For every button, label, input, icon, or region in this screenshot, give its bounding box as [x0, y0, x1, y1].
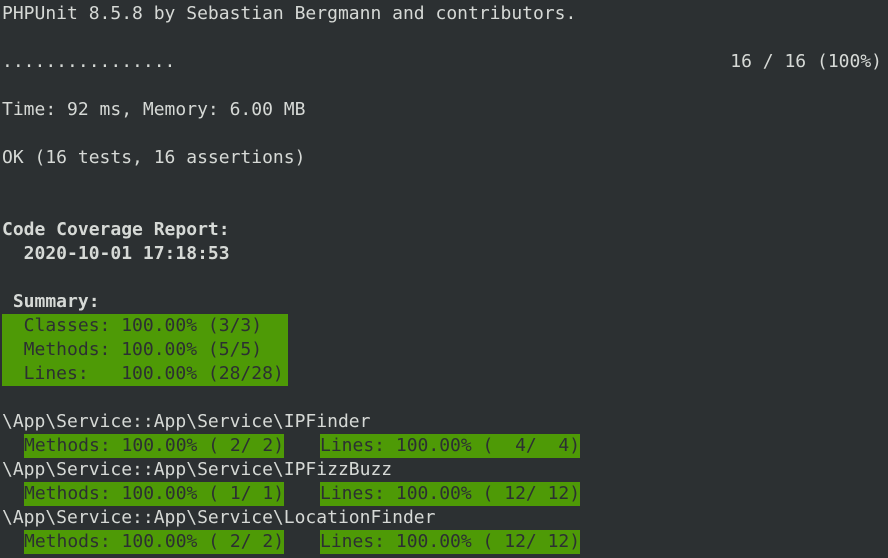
- test-result: OK (16 tests, 16 assertions): [2, 147, 306, 168]
- class-lines-coverage: Lines: 100.00% ( 12/ 12): [320, 482, 581, 506]
- summary-title: Summary:: [2, 291, 100, 312]
- class-lines-coverage: Lines: 100.00% ( 4/ 4): [320, 434, 581, 458]
- class-name: \App\Service::App\Service\LocationFinder: [2, 507, 436, 528]
- time-memory: Time: 92 ms, Memory: 6.00 MB: [2, 99, 306, 120]
- summary-lines: Lines: 100.00% (28/28): [2, 363, 284, 384]
- class-lines-coverage: Lines: 100.00% ( 12/ 12): [320, 530, 581, 554]
- summary-classes: Classes: 100.00% (3/3): [2, 315, 263, 336]
- class-methods-coverage: Methods: 100.00% ( 2/ 2): [24, 530, 285, 554]
- terminal-window[interactable]: PHPUnit 8.5.8 by Sebastian Bergmann and …: [0, 0, 888, 558]
- class-methods-coverage: Methods: 100.00% ( 1/ 1): [24, 482, 285, 506]
- phpunit-header: PHPUnit 8.5.8 by Sebastian Bergmann and …: [2, 3, 577, 24]
- coverage-report-title: Code Coverage Report:: [2, 219, 230, 240]
- progress-count: 16 / 16 (100%): [730, 51, 882, 72]
- class-name: \App\Service::App\Service\IPFinder: [2, 411, 371, 432]
- coverage-report-date: 2020-10-01 17:18:53: [2, 243, 230, 264]
- class-name: \App\Service::App\Service\IPFizzBuzz: [2, 459, 393, 480]
- progress-dots: ................: [2, 51, 176, 72]
- summary-methods: Methods: 100.00% (5/5): [2, 339, 263, 360]
- class-methods-coverage: Methods: 100.00% ( 2/ 2): [24, 434, 285, 458]
